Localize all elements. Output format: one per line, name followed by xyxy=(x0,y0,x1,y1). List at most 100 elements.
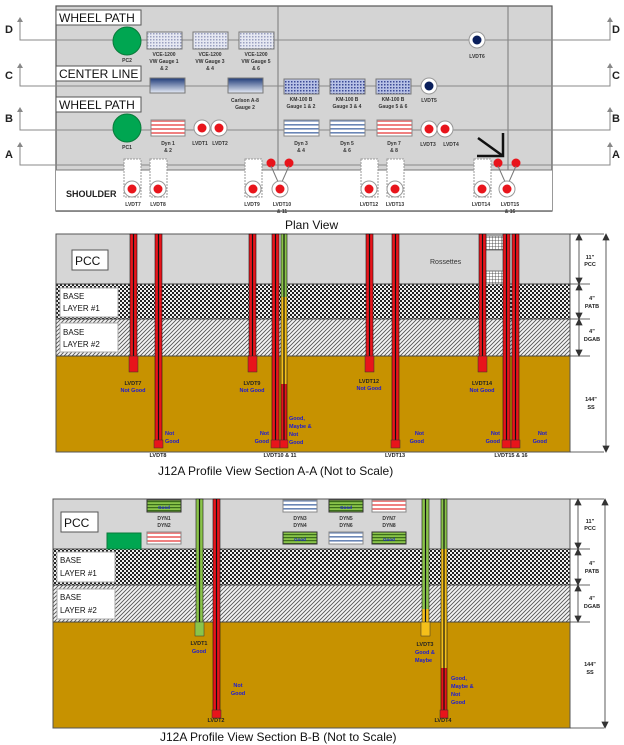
svg-text:Not: Not xyxy=(260,431,269,437)
svg-text:Not Good: Not Good xyxy=(239,388,264,394)
svg-text:Maybe: Maybe xyxy=(415,658,432,664)
dyn-3-4-icon xyxy=(283,119,320,137)
zone-label-wheel-path-top: WHEEL PATH xyxy=(55,9,142,26)
svg-text:LVDT9: LVDT9 xyxy=(244,202,260,208)
svg-text:Good &: Good & xyxy=(415,650,435,656)
svg-text:Dyn 3: Dyn 3 xyxy=(294,141,308,147)
svg-text:4": 4" xyxy=(589,561,595,567)
svg-text:WHEEL PATH: WHEEL PATH xyxy=(59,11,135,25)
base-layer-1-label: BASE LAYER #1 xyxy=(59,287,119,318)
svg-text:Not Good: Not Good xyxy=(356,386,381,392)
section-aa-title: J12A Profile View Section A-A (Not to Sc… xyxy=(158,464,393,478)
lvdt13-anchor xyxy=(390,439,401,449)
svg-text:LVDT12: LVDT12 xyxy=(360,202,378,208)
svg-text:PCC: PCC xyxy=(584,262,596,268)
svg-text:LVDT8: LVDT8 xyxy=(150,202,166,208)
pc2-gauge-icon xyxy=(112,26,142,56)
svg-text:PC2: PC2 xyxy=(122,58,132,64)
lvdt8-anchor xyxy=(153,439,164,449)
svg-text:PC1: PC1 xyxy=(122,145,132,151)
lvdt3-anchor xyxy=(420,621,431,637)
svg-text:Not: Not xyxy=(165,431,174,437)
km100b-gauge-5-6-icon xyxy=(375,78,412,95)
section-letter-a-right: A xyxy=(612,149,620,161)
dyn2-icon xyxy=(146,531,182,545)
rossettes-label: Rossettes xyxy=(430,259,462,266)
svg-text:BASE: BASE xyxy=(63,292,84,301)
svg-text:LAYER #1: LAYER #1 xyxy=(63,304,100,313)
svg-text:PATB: PATB xyxy=(585,569,599,575)
svg-text:144": 144" xyxy=(585,397,597,403)
svg-text:WHEEL PATH: WHEEL PATH xyxy=(59,98,135,112)
profile-section-bb: PCC BASE LAYER #1 BASE LAYER #2 Good DYN… xyxy=(52,498,609,744)
svg-text:Not: Not xyxy=(289,432,298,438)
svg-text:DGAB: DGAB xyxy=(584,337,600,343)
svg-text:11": 11" xyxy=(586,255,595,261)
svg-text:KM-100 B: KM-100 B xyxy=(336,97,359,103)
vce-gauge-5-6-icon xyxy=(238,31,275,50)
base-layer-2-label: BASE LAYER #2 xyxy=(56,588,116,620)
svg-text:LVDT14: LVDT14 xyxy=(472,381,493,387)
dyn7-icon xyxy=(371,499,407,513)
svg-text:LVDT13: LVDT13 xyxy=(386,202,404,208)
section-bb-title: J12A Profile View Section B-B (Not to Sc… xyxy=(160,730,397,744)
svg-text:Good: Good xyxy=(340,505,352,510)
dyn-7-8-icon xyxy=(376,119,413,137)
svg-text:Not: Not xyxy=(233,683,242,689)
svg-text:Good: Good xyxy=(451,700,465,706)
svg-text:Good: Good xyxy=(289,440,303,446)
base-layer-1-label: BASE LAYER #1 xyxy=(56,551,116,583)
svg-text:LVDT7: LVDT7 xyxy=(125,202,141,208)
vce-gauge-1-2-icon xyxy=(146,31,183,50)
slab-3 xyxy=(508,6,552,170)
svg-text:LVDT4: LVDT4 xyxy=(434,718,452,724)
lvdt12-anchor xyxy=(364,355,375,373)
svg-text:Gauge 3 & 4: Gauge 3 & 4 xyxy=(333,104,362,110)
svg-text:& 4: & 4 xyxy=(206,66,214,72)
svg-text:PCC: PCC xyxy=(64,516,90,530)
svg-text:4": 4" xyxy=(589,296,595,302)
svg-text:Maybe &: Maybe & xyxy=(289,424,312,430)
svg-text:Good,: Good, xyxy=(289,416,305,422)
svg-text:VW Gauge 3: VW Gauge 3 xyxy=(195,59,224,65)
svg-text:Dyn 7: Dyn 7 xyxy=(387,141,401,147)
lvdt2-anchor xyxy=(211,709,222,719)
carlson-gauge-2-icon xyxy=(227,77,264,94)
lvdt14-anchor xyxy=(477,355,488,373)
svg-text:PATB: PATB xyxy=(585,304,599,310)
svg-text:DYN8: DYN8 xyxy=(382,523,396,529)
svg-text:VCE-1200: VCE-1200 xyxy=(198,52,221,58)
dimension-lines-bb xyxy=(570,498,609,729)
svg-text:SS: SS xyxy=(586,670,594,676)
dyn-1-2-icon xyxy=(150,119,186,137)
pc-gauge-icon xyxy=(106,532,142,550)
svg-text:LVDT8: LVDT8 xyxy=(149,453,166,459)
svg-text:DGAB: DGAB xyxy=(584,604,600,610)
svg-text:BASE: BASE xyxy=(60,593,81,602)
svg-text:LVDT1: LVDT1 xyxy=(190,641,207,647)
svg-text:Maybe &: Maybe & xyxy=(451,684,474,690)
section-letter-b-right: B xyxy=(612,113,620,125)
svg-text:Good: Good xyxy=(410,439,424,445)
section-letter-d-left: D xyxy=(5,24,13,36)
rossette-top-icon xyxy=(484,235,506,251)
svg-text:DYN4: DYN4 xyxy=(293,523,307,529)
lvdt11-anchor xyxy=(279,439,289,449)
dyn3-icon xyxy=(282,499,318,513)
section-letter-d-right: D xyxy=(612,24,620,36)
dyn-5-6-icon xyxy=(329,119,366,137)
svg-text:KM-100 B: KM-100 B xyxy=(290,97,313,103)
base-layer-2-label: BASE LAYER #2 xyxy=(59,322,119,353)
svg-text:Good: Good xyxy=(165,439,179,445)
svg-text:LVDT5: LVDT5 xyxy=(421,98,437,104)
pcc-label: PCC xyxy=(60,511,99,533)
svg-text:LVDT3: LVDT3 xyxy=(416,642,433,648)
svg-text:144": 144" xyxy=(584,662,596,668)
svg-text:Good: Good xyxy=(231,691,245,697)
lvdt15-anchor xyxy=(501,439,512,449)
subgrade-layer xyxy=(53,622,570,728)
svg-text:Gauge 1 & 2: Gauge 1 & 2 xyxy=(287,104,316,110)
svg-text:& 6: & 6 xyxy=(252,66,260,72)
svg-text:Good: Good xyxy=(294,537,306,542)
svg-text:LVDT13: LVDT13 xyxy=(385,453,405,459)
